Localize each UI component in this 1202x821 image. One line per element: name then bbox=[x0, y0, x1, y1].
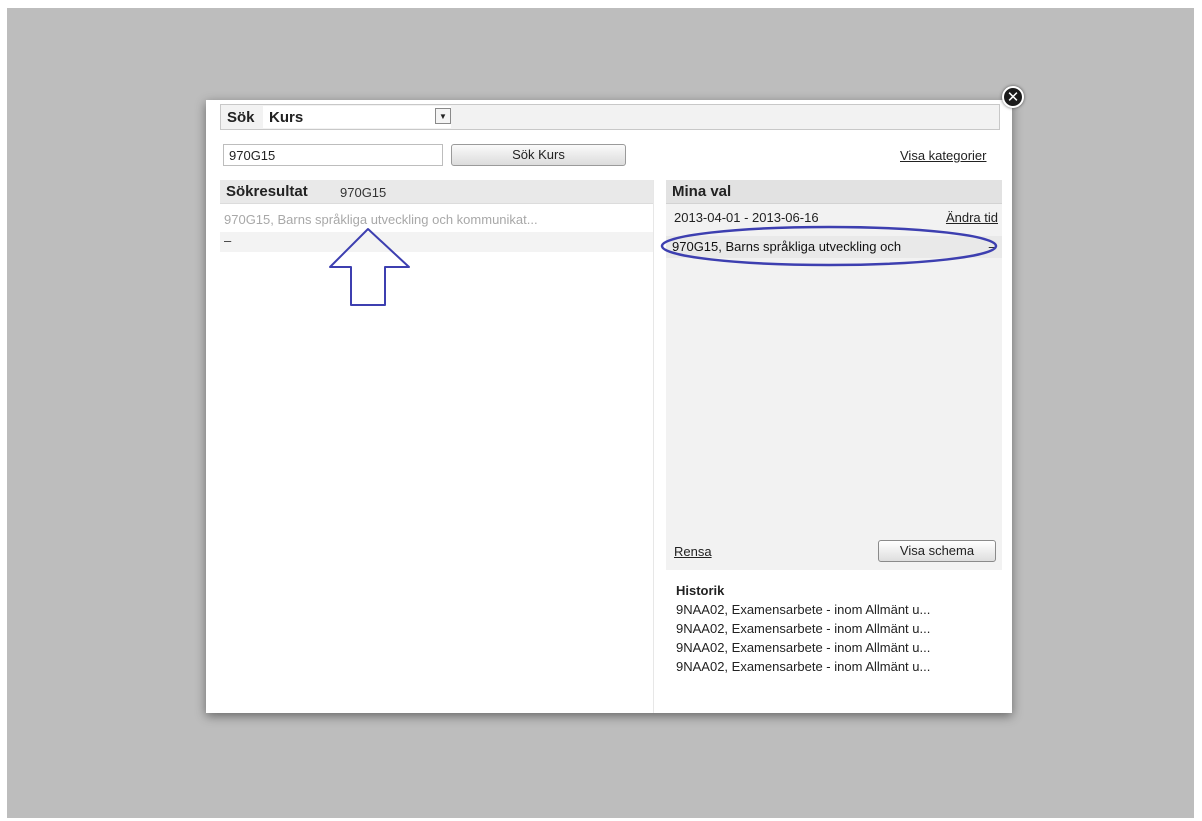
history-item[interactable]: 9NAA02, Examensarbete - inom Allmänt u..… bbox=[676, 638, 996, 657]
clear-link[interactable]: Rensa bbox=[674, 544, 712, 559]
search-type-value: Kurs bbox=[269, 109, 304, 126]
history-title: Historik bbox=[676, 583, 725, 598]
close-icon[interactable]: ✕ bbox=[1002, 86, 1024, 108]
show-schedule-button[interactable]: Visa schema bbox=[878, 540, 996, 562]
my-choices-panel: Mina val 2013-04-01 - 2013-06-16 Ändra t… bbox=[666, 180, 1002, 570]
search-result-item[interactable]: 970G15, Barns språkliga utveckling och k… bbox=[220, 208, 653, 232]
show-categories-link[interactable]: Visa kategorier bbox=[900, 148, 986, 163]
search-results-title: Sökresultat bbox=[226, 183, 308, 200]
history-item[interactable]: 9NAA02, Examensarbete - inom Allmänt u..… bbox=[676, 657, 996, 676]
search-type-bar: Sök Kurs ▼ bbox=[220, 104, 1000, 130]
chosen-course-remove-button[interactable]: – bbox=[989, 236, 996, 258]
course-search-dialog: Sök Kurs ▼ Sök Kurs Visa kategorier Sökr… bbox=[206, 100, 1012, 713]
search-course-button[interactable]: Sök Kurs bbox=[451, 144, 626, 166]
search-label: Sök bbox=[227, 109, 255, 126]
date-range: 2013-04-01 - 2013-06-16 bbox=[674, 210, 819, 225]
chosen-course-label: 970G15, Barns språkliga utveckling och bbox=[672, 239, 902, 254]
history-section: Historik 9NAA02, Examensarbete - inom Al… bbox=[676, 583, 996, 676]
change-time-link[interactable]: Ändra tid bbox=[946, 210, 998, 225]
history-item[interactable]: 9NAA02, Examensarbete - inom Allmänt u..… bbox=[676, 600, 996, 619]
search-input[interactable] bbox=[223, 144, 443, 166]
chosen-course-item[interactable]: 970G15, Barns språkliga utveckling och – bbox=[666, 236, 1002, 258]
search-results-term: 970G15 bbox=[340, 185, 387, 200]
search-type-select[interactable]: Kurs ▼ bbox=[263, 106, 451, 128]
search-result-remove-button[interactable]: – bbox=[220, 232, 653, 252]
my-choices-title: Mina val bbox=[672, 183, 732, 200]
panel-divider bbox=[653, 180, 654, 713]
my-choices-header: Mina val bbox=[666, 180, 1002, 204]
search-results-header: Sökresultat 970G15 bbox=[220, 180, 653, 204]
chevron-down-icon[interactable]: ▼ bbox=[435, 108, 451, 124]
history-item[interactable]: 9NAA02, Examensarbete - inom Allmänt u..… bbox=[676, 619, 996, 638]
